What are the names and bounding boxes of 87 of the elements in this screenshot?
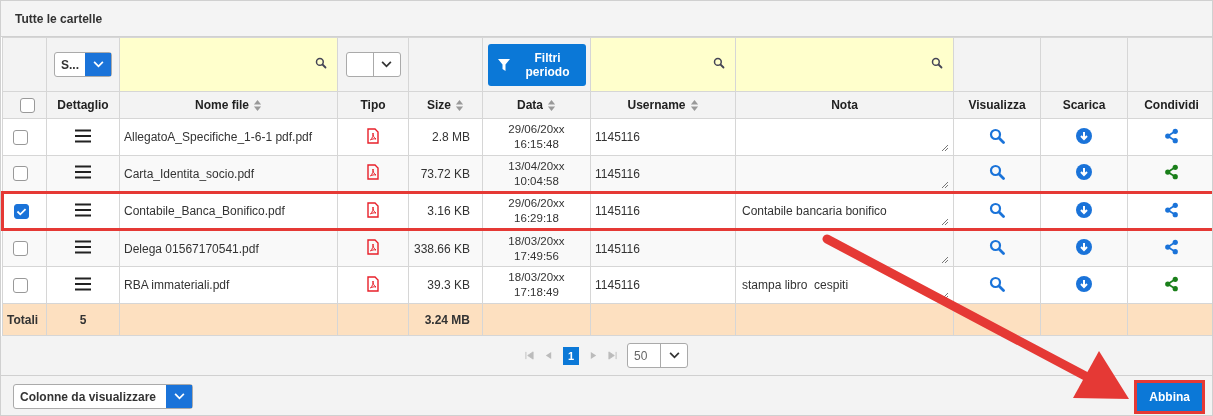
file-name-cell: AllegatoA_Specifiche_1-6-1 pdf.pdf [119,118,338,156]
row-checkbox[interactable] [13,277,28,293]
sort-icon[interactable] [547,99,556,113]
search-icon[interactable] [989,127,1005,144]
date-cell: 29/06/20xx 16:29:18 [482,192,591,230]
column-header[interactable]: Data [482,91,591,119]
date-cell: 29/06/20xx 16:15:48 [482,118,591,156]
size-cell: 39.3 KB [408,266,483,304]
pdf-file-icon [367,164,379,180]
funnel-icon [497,58,510,71]
search-icon[interactable] [989,239,1005,255]
menu-icon[interactable] [75,202,91,217]
download-icon[interactable] [1076,127,1092,144]
pdf-file-icon [367,275,379,292]
select-all-checkbox[interactable] [20,97,35,113]
share-icon[interactable] [1164,164,1179,180]
size-cell: 3.16 KB [408,192,483,230]
filter-field[interactable] [590,37,736,92]
search-icon [931,57,943,69]
download-icon[interactable] [1076,201,1092,218]
filter-field[interactable] [119,37,338,92]
username-cell: 1145116 [590,118,736,156]
search-icon [315,57,327,69]
column-header[interactable]: Nome file [119,91,338,119]
page-button[interactable]: 1 [562,346,580,365]
row-checkbox[interactable] [13,166,28,182]
download-icon[interactable] [1076,239,1092,255]
column-header: Nota [735,91,954,119]
chevron-down-icon [173,393,185,400]
chevron-down-icon [668,352,680,359]
sort-icon[interactable] [689,99,699,113]
resize-grip-icon [941,180,949,189]
column-header[interactable]: Size [408,91,483,119]
file-name-cell: RBA immateriali.pdf [119,266,338,304]
file-name-cell: Contabile_Banca_Bonifico.pdf [119,192,338,230]
detail-select[interactable]: S... [54,52,112,77]
column-header: Scarica [1040,91,1128,119]
filter-field[interactable] [735,37,954,92]
size-cell: 2.8 MB [408,118,483,156]
menu-icon[interactable] [75,128,91,143]
size-cell: 338.66 KB [408,229,483,267]
share-icon[interactable] [1163,201,1179,218]
totals-size: 3.24 MB [408,303,483,336]
date-cell: 18/03/20xx 17:49:56 [482,229,591,267]
download-icon[interactable] [1076,275,1092,292]
menu-icon[interactable] [75,276,91,291]
chevron-down-icon [381,61,392,68]
column-header: Condividi [1127,91,1212,119]
sort-icon[interactable] [253,99,262,113]
download-icon[interactable] [1076,164,1092,180]
username-cell: 1145116 [590,229,736,267]
page-size-select[interactable]: 50 [627,343,689,368]
share-icon[interactable] [1164,275,1179,292]
search-icon[interactable] [989,275,1005,292]
sort-icon[interactable] [455,99,464,113]
column-header: Visualizza [953,91,1041,119]
totals-count: 5 [46,303,120,336]
pdf-file-icon [367,127,379,144]
column-header: Tipo [337,91,409,119]
column-header: Dettaglio [46,91,120,119]
pdf-file-icon [367,239,379,255]
column-header[interactable]: Username [590,91,736,119]
period-filter-button[interactable]: Filtri periodo [487,43,586,86]
username-cell: 1145116 [590,192,736,230]
search-icon [713,57,725,69]
search-icon[interactable] [989,201,1005,218]
panel-title: Tutte le cartelle [1,1,1212,37]
menu-icon[interactable] [75,240,91,254]
resize-grip-icon [941,144,949,152]
file-name-cell: Delega 01567170541.pdf [119,229,338,267]
row-checkbox[interactable] [13,241,28,257]
resize-grip-icon [941,218,949,226]
totals-label: Totali [2,303,47,336]
pdf-file-icon [367,201,379,218]
menu-icon[interactable] [75,165,91,179]
abbina-button[interactable]: Abbina [1137,382,1202,411]
date-cell: 18/03/20xx 17:18:49 [482,266,591,304]
chevron-down-icon [92,61,104,68]
row-checkbox[interactable] [13,129,28,145]
share-icon[interactable] [1164,127,1179,144]
resize-grip-icon [941,255,949,264]
username-cell: 1145116 [590,266,736,304]
share-icon[interactable] [1164,239,1179,255]
row-checkbox[interactable] [14,203,29,219]
search-icon[interactable] [989,164,1005,180]
type-select[interactable] [345,52,401,77]
columns-select[interactable]: Colonne da visualizzare [13,384,194,409]
